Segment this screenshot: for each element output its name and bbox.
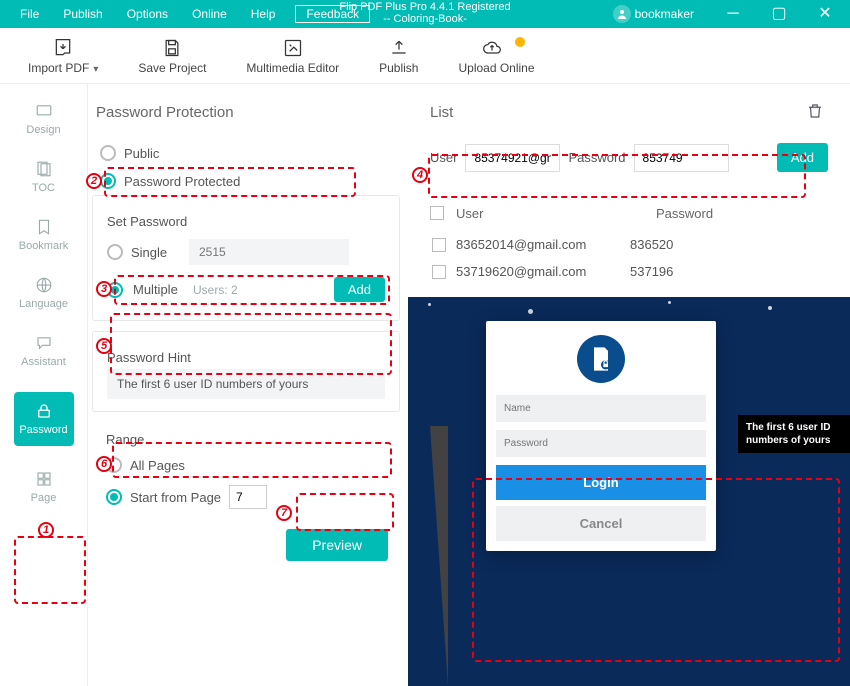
hint-label: Password Hint (107, 350, 385, 365)
add-user-label: User (430, 150, 457, 165)
list-add-button[interactable]: Add (777, 143, 828, 172)
row-user: 53719620@gmail.com (456, 264, 586, 279)
password-hint-input[interactable] (107, 369, 385, 399)
user-list-panel: List User Password Add User Password 836… (408, 84, 850, 297)
app-title: Flip PDF Plus Pro 4.4.1 Registered-- Col… (339, 1, 510, 25)
radio-single[interactable] (107, 244, 123, 260)
radio-protected-row[interactable]: Password Protected (100, 167, 392, 195)
new-pass-input[interactable] (634, 144, 729, 172)
menu-online[interactable]: Online (180, 7, 239, 21)
start-page-input[interactable] (229, 485, 267, 509)
edit-icon (283, 37, 303, 59)
save-project-button[interactable]: Save Project (138, 37, 206, 75)
rail-bookmark[interactable]: Bookmark (14, 218, 74, 252)
table-row[interactable]: 53719620@gmail.com 537196 (430, 258, 828, 285)
user-table: User Password 83652014@gmail.com 836520 … (430, 198, 828, 285)
all-pages-label: All Pages (130, 458, 185, 473)
add-user-button[interactable]: Add (334, 277, 385, 302)
preview-area: Login Cancel The first 6 user ID numbers… (408, 297, 850, 686)
new-user-input[interactable] (465, 144, 560, 172)
login-pass-input[interactable] (496, 430, 706, 457)
user-avatar-icon[interactable] (613, 5, 631, 23)
preview-button[interactable]: Preview (286, 529, 388, 561)
hint-tooltip: The first 6 user ID numbers of yours (738, 415, 850, 453)
password-protection-panel: Password Protection Public Password Prot… (88, 84, 408, 686)
radio-public-row[interactable]: Public (100, 139, 392, 167)
multiple-label: Multiple (133, 282, 183, 297)
radio-protected[interactable] (100, 173, 116, 189)
row-pass: 836520 (630, 237, 828, 252)
single-label: Single (131, 245, 181, 260)
save-icon (162, 37, 182, 59)
rail-assistant[interactable]: Assistant (14, 334, 74, 368)
cancel-button[interactable]: Cancel (496, 506, 706, 541)
radio-start-from[interactable] (106, 489, 122, 505)
row-checkbox[interactable] (432, 265, 446, 279)
col-user: User (456, 206, 656, 223)
radio-multiple[interactable] (107, 282, 123, 298)
start-from-label: Start from Page (130, 490, 221, 505)
row-checkbox[interactable] (432, 238, 446, 252)
user-name[interactable]: bookmaker (635, 7, 694, 21)
list-title: List (430, 104, 828, 121)
cloud-upload-icon (479, 37, 515, 59)
window-maximize[interactable]: ▢ (758, 0, 800, 28)
panel-title: Password Protection (92, 104, 400, 121)
coin-badge-icon (515, 37, 525, 47)
menu-file[interactable]: File (8, 7, 51, 21)
import-pdf-button[interactable]: Import PDF (28, 37, 98, 75)
title-bar: File Publish Options Online Help Feedbac… (0, 0, 850, 28)
password-hint-group: Password Hint (92, 331, 400, 412)
col-password: Password (656, 206, 828, 223)
set-password-label: Set Password (107, 214, 385, 229)
radio-public[interactable] (100, 145, 116, 161)
window-minimize[interactable]: ─ (712, 0, 754, 28)
multimedia-editor-button[interactable]: Multimedia Editor (246, 37, 339, 75)
protected-label: Password Protected (124, 174, 240, 189)
login-name-input[interactable] (496, 395, 706, 422)
radio-all-pages[interactable] (106, 457, 122, 473)
rail-language[interactable]: Language (14, 276, 74, 310)
row-user: 83652014@gmail.com (456, 237, 586, 252)
menu-options[interactable]: Options (115, 7, 180, 21)
publish-button[interactable]: Publish (379, 37, 418, 75)
rail-password[interactable]: Password (14, 392, 74, 446)
rail-design[interactable]: Design (14, 102, 74, 136)
login-preview-card: Login Cancel (486, 321, 716, 551)
rail-page[interactable]: Page (14, 470, 74, 504)
main-toolbar: Import PDF Save Project Multimedia Edito… (0, 28, 850, 84)
menu-help[interactable]: Help (239, 7, 288, 21)
login-button[interactable]: Login (496, 465, 706, 500)
table-row[interactable]: 83652014@gmail.com 836520 (430, 231, 828, 258)
row-pass: 537196 (630, 264, 828, 279)
window-close[interactable]: ✕ (804, 0, 846, 28)
upload-online-button[interactable]: Upload Online (458, 37, 534, 75)
delete-icon[interactable] (806, 102, 824, 123)
add-pass-label: Password (568, 150, 625, 165)
users-count: Users: 2 (193, 283, 238, 297)
public-label: Public (124, 146, 159, 161)
rail-toc[interactable]: TOC (14, 160, 74, 194)
single-password-input[interactable] (189, 239, 349, 265)
set-password-group: Set Password Single Multiple Users: 2 Ad… (92, 195, 400, 321)
lock-document-icon (577, 335, 625, 383)
menu-publish[interactable]: Publish (51, 7, 114, 21)
select-all-checkbox[interactable] (430, 206, 444, 220)
range-label: Range (106, 432, 386, 447)
left-sidebar: Design TOC Bookmark Language Assistant P… (0, 84, 88, 686)
range-group: Range All Pages Start from Page (92, 422, 400, 519)
import-icon (51, 37, 75, 59)
publish-icon (389, 37, 409, 59)
add-user-row: User Password Add (430, 143, 828, 172)
